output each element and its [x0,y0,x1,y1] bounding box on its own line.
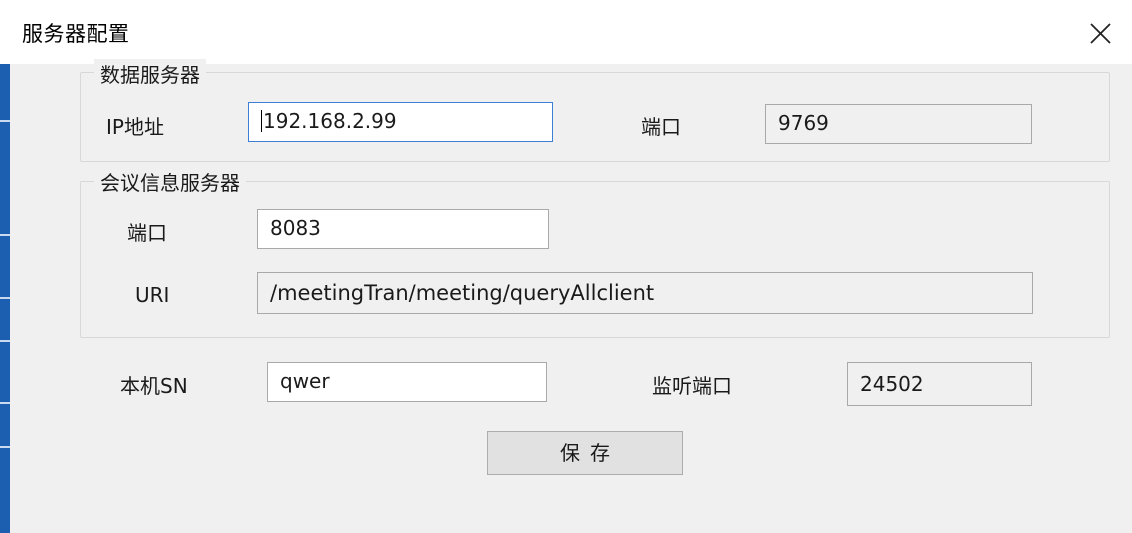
close-button[interactable] [1084,16,1118,50]
meeting-server-legend: 会议信息服务器 [94,167,246,196]
local-sn-label: 本机SN [120,374,188,398]
close-icon [1090,23,1111,44]
uri-label: URI [135,283,170,307]
listen-port-input[interactable]: 24502 [847,362,1032,406]
title-bar[interactable]: 服务器配置 [0,0,1132,64]
dialog-title: 服务器配置 [22,22,130,46]
ip-address-value: 192.168.2.99 [263,109,397,133]
server-config-dialog: 服务器配置 数据服务器 IP地址 192.168.2.99 端口 9769 会议… [0,0,1132,533]
background-window-edge [0,64,10,533]
uri-input[interactable]: /meetingTran/meeting/queryAllclient [257,272,1033,314]
text-caret [261,110,262,132]
ip-address-input[interactable]: 192.168.2.99 [248,102,553,142]
meeting-port-label: 端口 [127,221,167,245]
save-button[interactable]: 保存 [487,431,683,475]
data-server-legend: 数据服务器 [94,59,206,88]
data-port-label: 端口 [641,115,681,139]
local-sn-input[interactable]: qwer [267,362,547,402]
meeting-port-input[interactable]: 8083 [257,209,549,249]
data-port-input[interactable]: 9769 [765,104,1032,144]
ip-address-label: IP地址 [106,115,164,139]
listen-port-label: 监听端口 [652,374,732,398]
meeting-server-group [80,181,1110,338]
